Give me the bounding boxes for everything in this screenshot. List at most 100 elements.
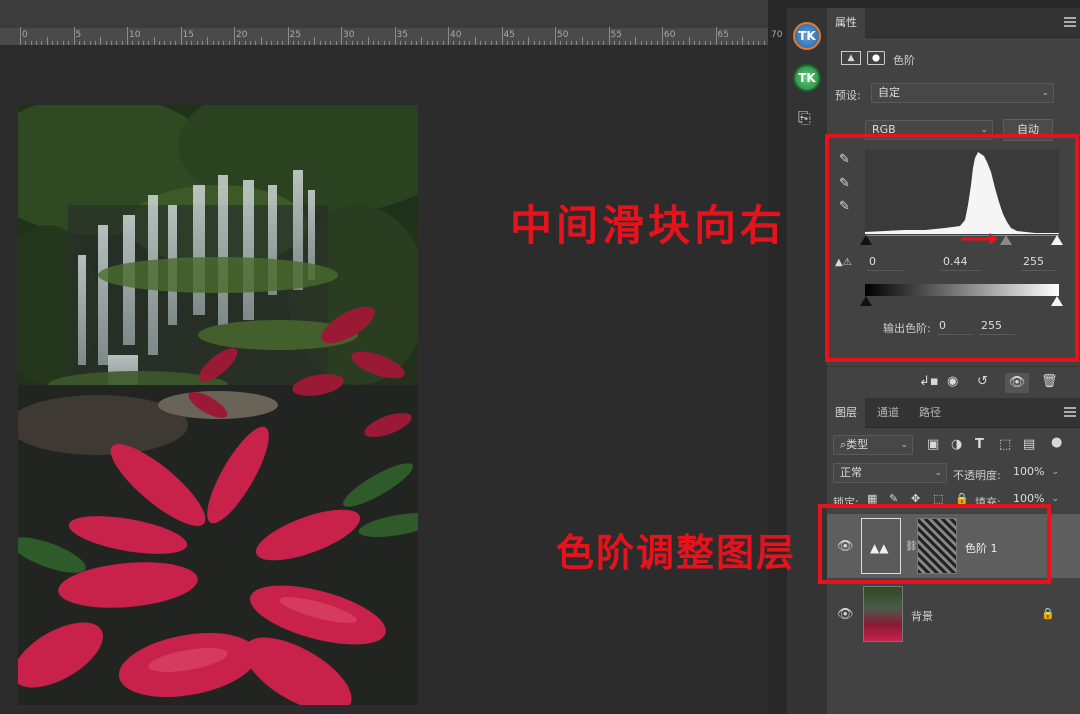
ruler-tick [250, 41, 252, 45]
ruler-tick [287, 27, 289, 45]
ruler-tick [100, 37, 102, 45]
ruler-tick [191, 41, 193, 45]
tk-panel-icon-2[interactable]: TK [793, 64, 821, 92]
ruler-tick [30, 41, 32, 45]
ruler-tick [597, 41, 599, 45]
properties-title: 色阶 [893, 54, 915, 67]
ruler-tick [522, 41, 524, 45]
ruler-tick [496, 41, 498, 45]
lock-icon: 🔒 [1041, 607, 1055, 620]
type-filter-icon[interactable]: T [975, 438, 984, 451]
ruler-label: 40 [450, 30, 462, 40]
layer-filter-select[interactable]: ⌕类型 ⌄ [833, 435, 913, 455]
image-filter-icon[interactable]: ▣ [927, 438, 939, 451]
horizontal-ruler[interactable]: 0 5 10 15 20 25 30 35 40 45 50 55 60 65 70 [0, 27, 782, 46]
ruler-tick [357, 41, 359, 45]
ruler-tick [132, 41, 134, 45]
ruler-tick [485, 41, 487, 45]
ruler-tick [341, 27, 342, 45]
tab-channels[interactable]: 通道 [869, 398, 907, 428]
layer-highlight-box [818, 504, 1051, 584]
ruler-tick [645, 41, 647, 45]
filter-kind-value: 类型 [846, 438, 869, 451]
trash-icon[interactable]: 🗑 [1041, 375, 1058, 388]
ruler-tick [367, 37, 369, 45]
ruler-tick [731, 41, 733, 45]
ruler-tick [603, 41, 605, 45]
ruler-tick [710, 41, 712, 45]
layer-name[interactable]: 背景 [911, 608, 933, 624]
ruler-tick [629, 41, 631, 45]
ruler-tick [464, 41, 466, 45]
ruler-tick [276, 41, 278, 45]
tab-layers[interactable]: 图层 [827, 398, 865, 428]
lock-artboard-icon[interactable]: ⬚ [933, 493, 943, 504]
ruler-label: 60 [664, 30, 676, 40]
ruler-tick [116, 41, 118, 45]
ruler-tick [223, 41, 225, 45]
levels-icon: ▲ [841, 51, 861, 65]
ruler-tick [78, 41, 80, 45]
ruler-tick [688, 37, 690, 45]
ruler-tick [699, 41, 701, 45]
tab-paths[interactable]: 路径 [911, 398, 949, 428]
ruler-tick [672, 41, 674, 45]
ruler-tick [25, 41, 27, 45]
ruler-tick [763, 41, 765, 45]
ruler-tick [613, 41, 615, 45]
opacity-field[interactable]: 100% ⌄ [1007, 463, 1063, 483]
ruler-tick [212, 41, 214, 45]
ruler-tick [458, 41, 460, 45]
ruler-tick [89, 41, 91, 45]
ruler-tick [266, 41, 268, 45]
ruler-label: 15 [182, 30, 194, 40]
ruler-tick [362, 41, 364, 45]
lock-position-icon[interactable]: ✥ [911, 493, 920, 504]
ruler-tick [662, 27, 663, 45]
lock-pixels-icon[interactable]: ✎ [889, 493, 898, 504]
ruler-label: 35 [396, 30, 408, 40]
blend-mode-select[interactable]: 正常 ⌄ [833, 463, 947, 483]
panel-menu-icon[interactable] [1064, 17, 1076, 27]
clip-to-layer-icon[interactable]: ↲▪ [919, 375, 939, 388]
ruler-tick [314, 37, 316, 45]
ruler-tick [565, 41, 567, 45]
tab-properties[interactable]: 属性 [827, 8, 865, 38]
ruler-tick [153, 37, 155, 45]
ruler-tick [148, 41, 150, 45]
adjustment-filter-icon[interactable]: ◑ [951, 438, 962, 451]
ruler-tick [46, 37, 48, 45]
ruler-tick [426, 41, 428, 45]
preset-label: 预设: [835, 89, 861, 102]
ruler-tick [330, 41, 332, 45]
preset-select[interactable]: 自定 ⌄ [871, 83, 1054, 103]
ruler-tick [346, 41, 348, 45]
layer-row-background[interactable]: 👁 背景 🔒 [827, 582, 1080, 646]
ruler-tick [271, 41, 273, 45]
blend-mode-value: 正常 [840, 466, 862, 479]
chevron-down-icon: ⌄ [900, 440, 908, 450]
ruler-tick [62, 41, 64, 45]
tk-panel-icon[interactable]: TK [793, 22, 821, 50]
ruler-tick [239, 41, 241, 45]
ruler-tick [217, 41, 219, 45]
view-previous-icon[interactable]: ◉ [947, 375, 958, 388]
smart-object-filter-icon[interactable]: ▤ [1023, 438, 1035, 451]
lock-all-icon[interactable]: 🔒 [955, 493, 969, 504]
eye-icon[interactable]: 👁 [837, 608, 854, 621]
ruler-tick [228, 41, 230, 45]
document-image[interactable] [18, 105, 418, 705]
reset-icon[interactable]: ↺ [977, 375, 988, 388]
ruler-label: 70 [771, 30, 783, 40]
filter-toggle-icon[interactable]: ● [1051, 436, 1062, 449]
ruler-tick [373, 41, 375, 45]
history-icon[interactable]: ⎘ [798, 110, 811, 126]
ruler-tick [544, 41, 546, 45]
ruler-tick [619, 41, 621, 45]
shape-filter-icon[interactable]: ⬚ [999, 438, 1011, 451]
mask-icon[interactable] [867, 51, 885, 65]
ruler-tick [196, 41, 198, 45]
lock-transparent-icon[interactable]: ▦ [867, 493, 877, 504]
layers-menu-icon[interactable] [1064, 407, 1076, 417]
visibility-icon[interactable]: 👁 [1005, 373, 1029, 393]
